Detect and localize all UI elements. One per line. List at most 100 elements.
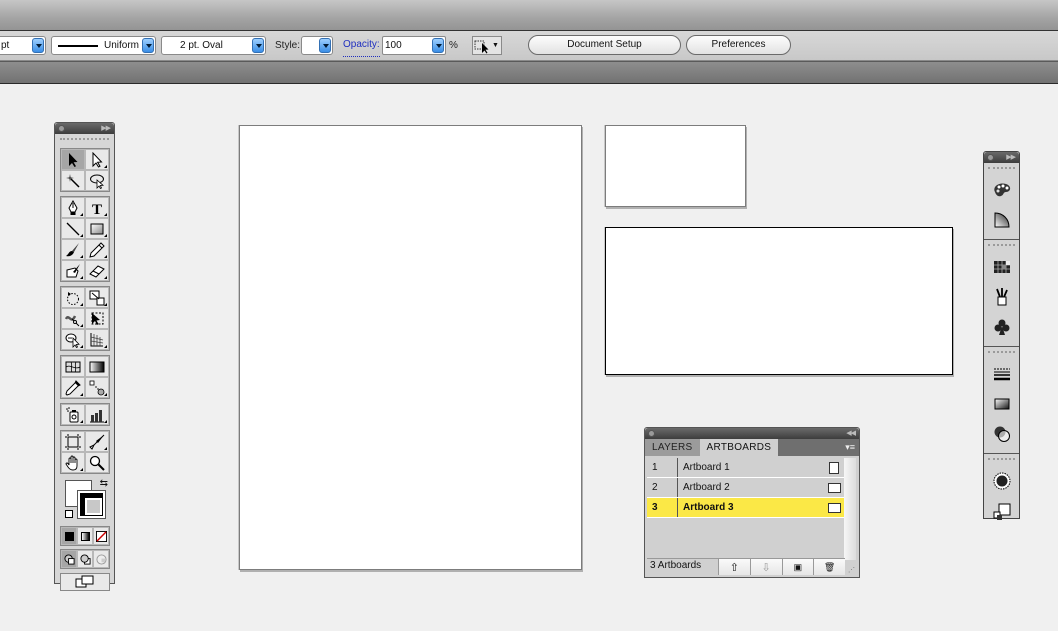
variable-width-profile-select[interactable]: Uniform <box>51 36 156 55</box>
close-icon[interactable] <box>987 154 994 161</box>
move-up-button[interactable]: ⇧ <box>718 559 750 575</box>
opacity-link[interactable]: Opacity: <box>343 38 380 57</box>
pencil-tool[interactable] <box>85 239 109 260</box>
opacity-field[interactable]: 100 <box>382 36 446 55</box>
resize-grip-icon[interactable]: ⋰ <box>848 566 858 576</box>
scale-tool[interactable] <box>85 287 109 308</box>
artboard-list-scrollbar[interactable] <box>844 458 856 560</box>
panel-grip[interactable] <box>988 167 1015 173</box>
shape-builder-tool[interactable] <box>61 329 85 350</box>
panel-grip[interactable] <box>988 351 1015 357</box>
artboard-3[interactable] <box>605 227 953 375</box>
line-segment-tool[interactable] <box>61 218 85 239</box>
artboard-list-row[interactable]: 2 Artboard 2 <box>647 478 845 498</box>
close-icon[interactable] <box>648 430 655 437</box>
gradient-button[interactable] <box>77 527 93 545</box>
panel-grip[interactable] <box>60 138 109 144</box>
eyedropper-tool[interactable] <box>61 377 85 398</box>
color-button[interactable] <box>61 527 77 545</box>
selection-tool[interactable] <box>61 149 85 170</box>
artboard-1[interactable] <box>239 125 582 570</box>
change-screen-mode-button[interactable] <box>60 573 110 591</box>
expand-icon[interactable]: ▶▶ <box>101 123 111 134</box>
tab-artboards[interactable]: ARTBOARDS <box>699 439 779 456</box>
chevron-down-icon[interactable] <box>252 38 264 53</box>
none-button[interactable] <box>93 527 109 545</box>
draw-normal-button[interactable] <box>61 550 77 568</box>
zoom-tool[interactable] <box>85 452 109 473</box>
chevron-down-icon[interactable] <box>319 38 331 53</box>
swap-fill-stroke-icon[interactable]: ⇆ <box>100 478 108 489</box>
gradient-panel-button[interactable] <box>984 389 1019 419</box>
appearance-button[interactable] <box>984 466 1019 496</box>
type-tool[interactable]: T <box>85 197 109 218</box>
tools-panel: ▶▶ T ⇆ <box>54 122 115 591</box>
tab-layers[interactable]: LAYERS <box>645 439 700 456</box>
perspective-grid-tool[interactable] <box>85 329 109 350</box>
artboard-list-row[interactable]: 1 Artboard 1 <box>647 458 845 478</box>
blend-tool[interactable] <box>85 377 109 398</box>
stroke-weight-select[interactable]: pt <box>0 36 46 55</box>
panel-grip[interactable] <box>988 458 1015 464</box>
hand-tool[interactable] <box>61 452 85 473</box>
dock-header[interactable]: ▶▶ <box>984 152 1019 163</box>
mesh-tool[interactable] <box>61 356 85 377</box>
artboard-list-row-selected[interactable]: 3 Artboard 3 <box>647 498 845 518</box>
brushes-button[interactable] <box>984 282 1019 312</box>
delete-artboard-button[interactable]: 🗑 <box>813 559 845 575</box>
transparency-button[interactable] <box>984 419 1019 449</box>
opacity-value[interactable]: 100 <box>383 40 432 51</box>
rotate-tool[interactable] <box>61 287 85 308</box>
stroke-button[interactable] <box>984 359 1019 389</box>
rectangle-tool[interactable] <box>85 218 109 239</box>
artboard-tool[interactable] <box>61 431 85 452</box>
eraser-tool[interactable] <box>85 260 109 281</box>
blob-brush-tool[interactable] <box>61 260 85 281</box>
panel-grip[interactable] <box>988 244 1015 250</box>
move-down-button[interactable]: ⇩ <box>749 559 782 575</box>
graphic-styles-button[interactable] <box>984 496 1019 526</box>
artboards-panel-header[interactable]: ◀◀ <box>645 428 859 439</box>
draw-behind-button[interactable] <box>77 550 93 568</box>
magic-wand-tool[interactable] <box>61 170 85 191</box>
artboard-2[interactable] <box>605 125 746 207</box>
graphic-style-select[interactable] <box>301 36 333 55</box>
artboard-name[interactable]: Artboard 1 <box>678 462 823 473</box>
color-button[interactable] <box>984 205 1019 235</box>
direct-selection-tool[interactable] <box>85 149 109 170</box>
artboard-name[interactable]: Artboard 3 <box>678 502 823 513</box>
panel-menu-icon[interactable]: ▾≡ <box>845 439 855 456</box>
document-setup-button[interactable]: Document Setup <box>528 35 681 55</box>
gradient-tool[interactable] <box>85 356 109 377</box>
warp-tool[interactable] <box>61 308 85 329</box>
preferences-button[interactable]: Preferences <box>686 35 791 55</box>
new-artboard-button[interactable]: ▣ <box>781 559 814 575</box>
artboard-name[interactable]: Artboard 2 <box>678 482 823 493</box>
stroke-swatch[interactable] <box>77 490 106 519</box>
select-similar-button[interactable]: ▼ <box>472 36 502 55</box>
draw-inside-button[interactable] <box>93 550 109 568</box>
chevron-down-icon[interactable] <box>142 38 154 53</box>
default-fill-stroke-icon[interactable] <box>65 510 74 519</box>
column-graph-tool[interactable] <box>85 404 109 425</box>
symbols-button[interactable] <box>984 312 1019 342</box>
close-icon[interactable] <box>58 125 65 132</box>
tools-panel-header[interactable]: ▶▶ <box>55 123 114 134</box>
pen-tool[interactable] <box>61 197 85 218</box>
collapse-icon[interactable]: ◀◀ <box>846 428 856 439</box>
artboard-options-portrait-icon[interactable] <box>829 461 839 474</box>
artboard-options-landscape-icon[interactable] <box>827 482 841 493</box>
free-transform-tool[interactable] <box>85 308 109 329</box>
paintbrush-tool[interactable] <box>61 239 85 260</box>
color-guide-button[interactable] <box>984 175 1019 205</box>
symbol-sprayer-tool[interactable] <box>61 404 85 425</box>
expand-icon[interactable]: ▶▶ <box>1006 152 1016 163</box>
chevron-down-icon[interactable] <box>32 38 44 53</box>
swatches-button[interactable] <box>984 252 1019 282</box>
lasso-tool[interactable] <box>85 170 109 191</box>
artboard-options-landscape-icon[interactable] <box>827 502 841 513</box>
chevron-down-icon[interactable]: ▼ <box>492 42 499 49</box>
chevron-right-icon[interactable] <box>432 38 444 53</box>
slice-tool[interactable] <box>85 431 109 452</box>
brush-definition-select[interactable]: · 2 pt. Oval <box>161 36 266 55</box>
